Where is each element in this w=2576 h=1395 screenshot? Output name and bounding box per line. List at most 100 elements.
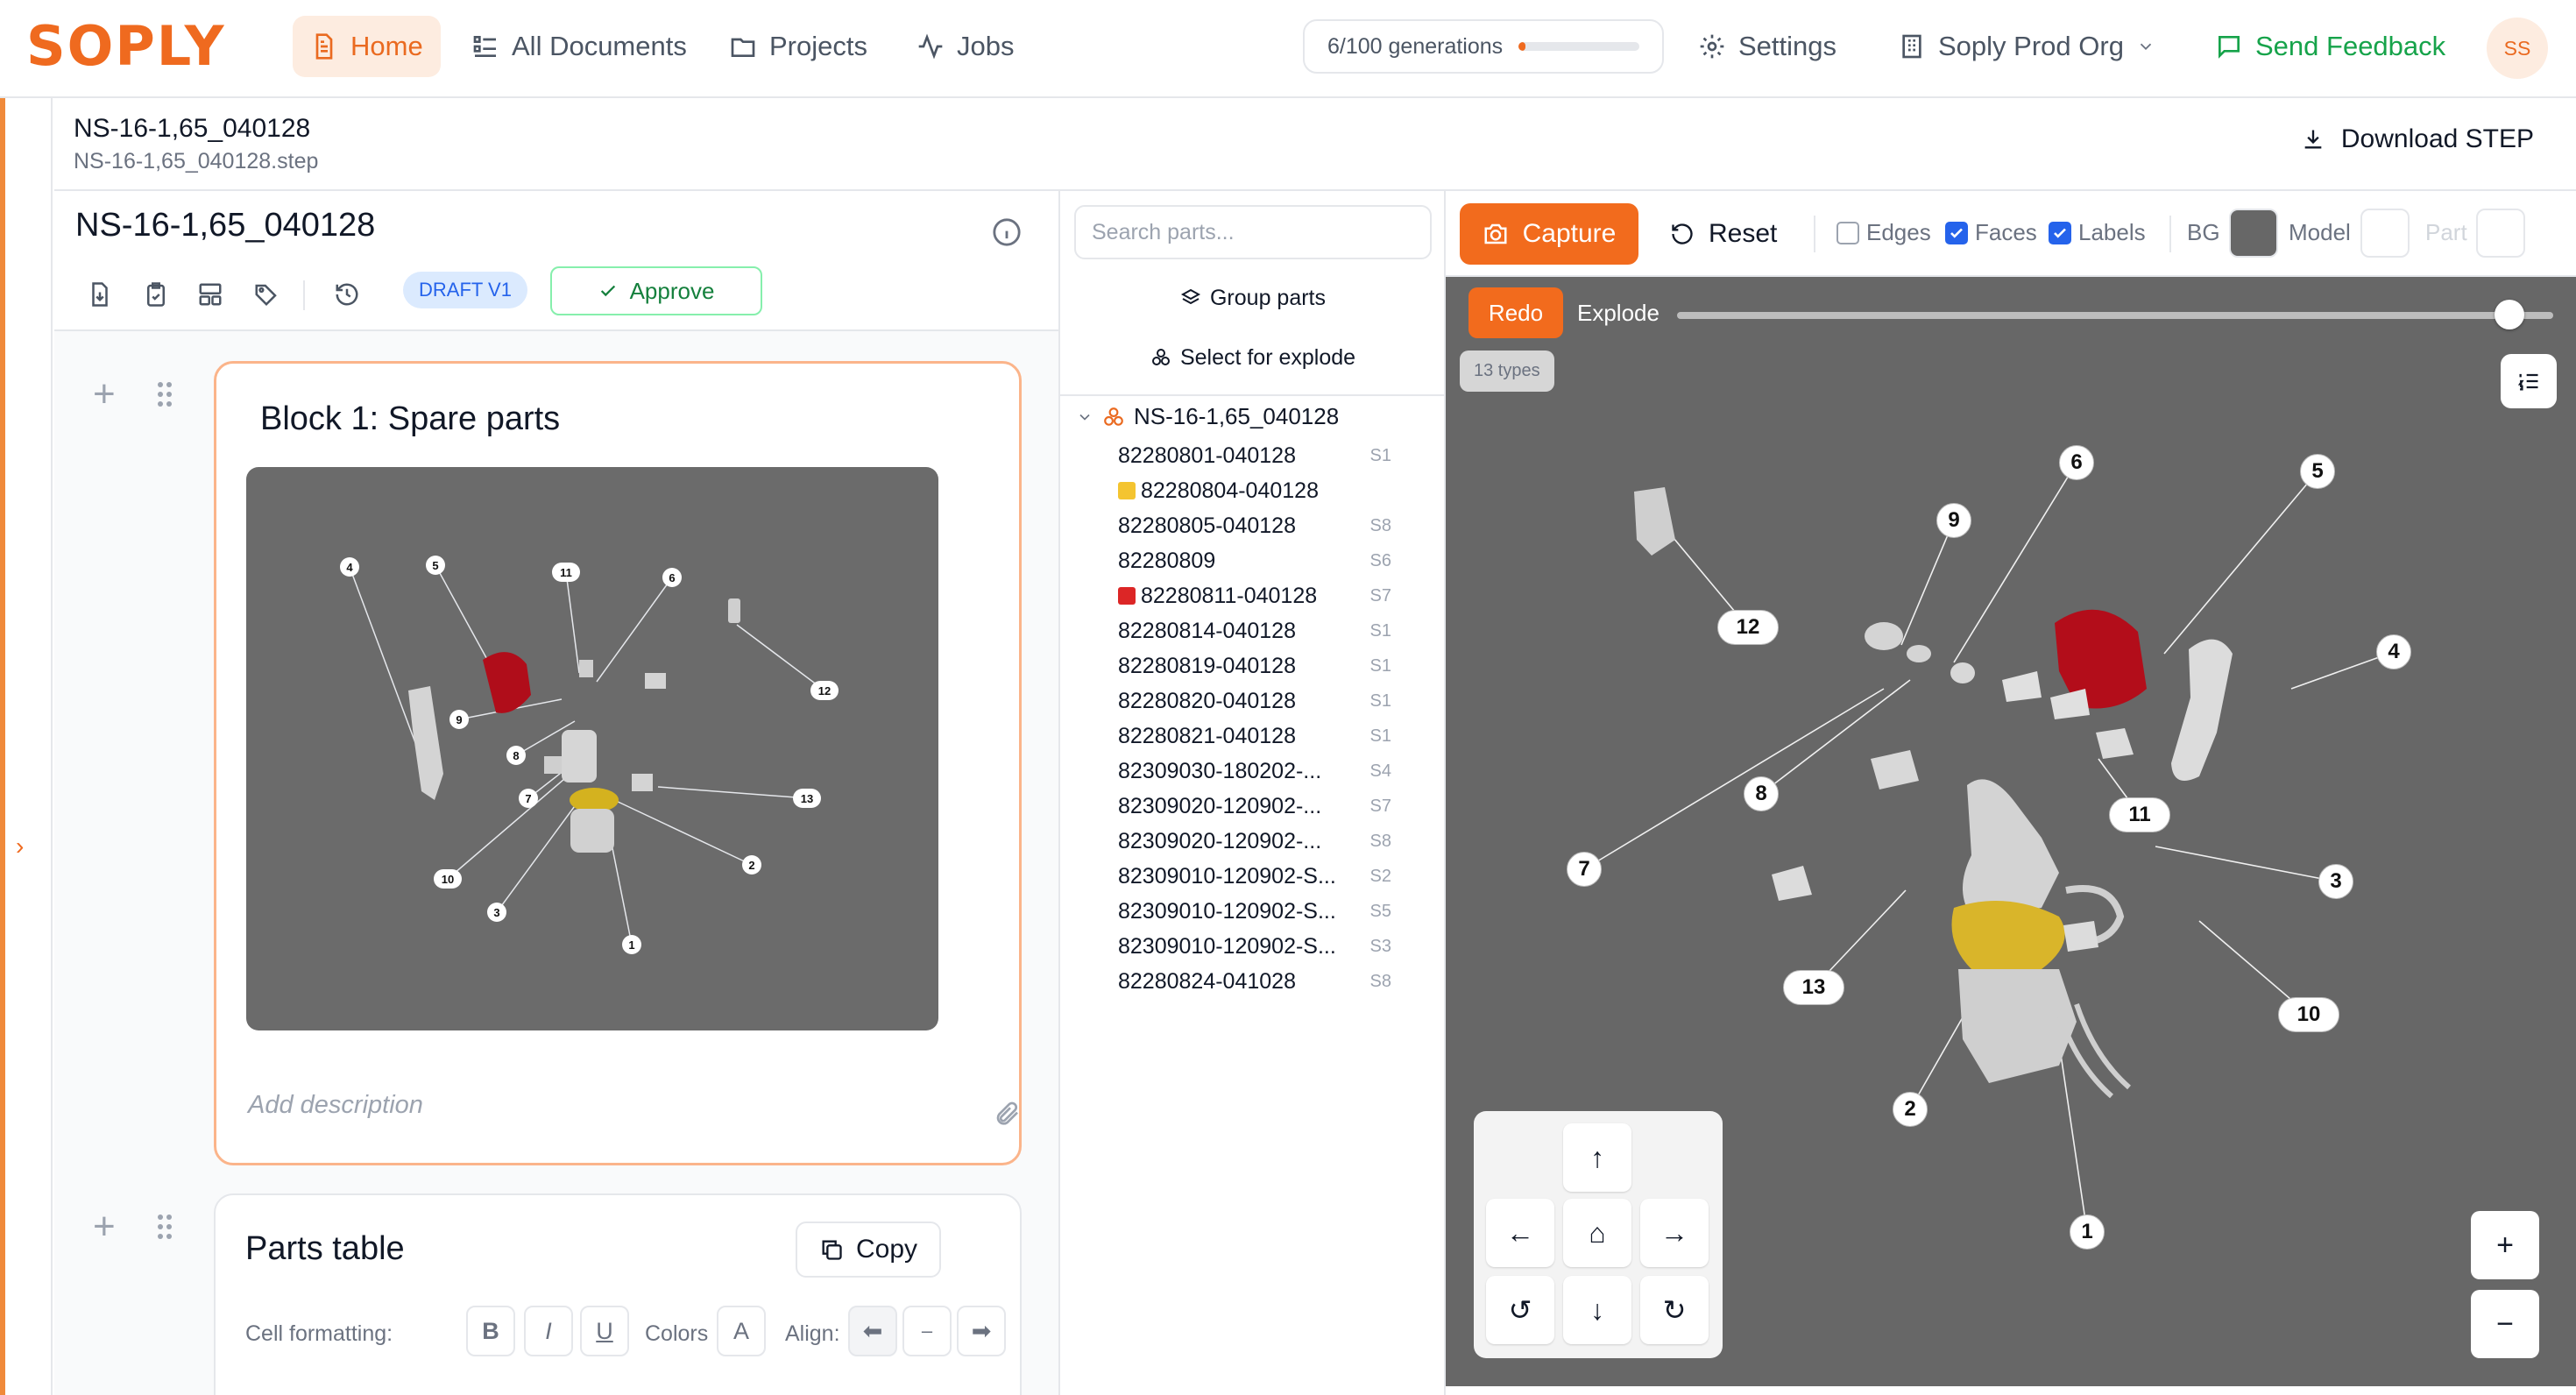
nav-projects[interactable]: Projects xyxy=(711,16,885,77)
tree-item[interactable]: 82280801-040128 S1 xyxy=(1118,438,1437,473)
explode-slider-handle[interactable] xyxy=(2495,300,2524,329)
list-icon xyxy=(473,36,496,57)
faces-checkbox[interactable]: Faces xyxy=(1945,219,2037,246)
viewer-callout-label[interactable]: 11 xyxy=(2109,797,2170,832)
bg-color-swatch[interactable] xyxy=(2229,209,2278,258)
tree-item-label: 82280820-040128 xyxy=(1118,688,1296,713)
status-badge: DRAFT V1 xyxy=(403,272,527,308)
underline-button[interactable]: U xyxy=(580,1306,629,1356)
approve-button[interactable]: Approve xyxy=(550,266,762,315)
tree-root[interactable]: NS-16-1,65_040128 xyxy=(1076,403,1339,430)
org-switcher[interactable]: Soply Prod Org xyxy=(1880,16,2173,77)
explode-slider[interactable] xyxy=(1677,300,2553,329)
tree-item[interactable]: 82280814-040128 S1 xyxy=(1118,613,1437,648)
rotate-right-button[interactable]: ↻ xyxy=(1640,1276,1709,1344)
viewer-callout-label[interactable]: 5 xyxy=(2300,454,2335,489)
pan-right-button[interactable]: → xyxy=(1640,1199,1709,1267)
pan-down-button[interactable]: ↓ xyxy=(1563,1276,1631,1344)
rotate-ccw-icon xyxy=(1672,223,1693,244)
tree-item[interactable]: 82309010-120902-S... S5 xyxy=(1118,894,1437,929)
tree-item[interactable]: 82309010-120902-S... S3 xyxy=(1118,929,1437,964)
faces-box[interactable] xyxy=(1945,221,1968,244)
info-icon[interactable] xyxy=(992,217,1022,247)
viewer-callout-label[interactable]: 7 xyxy=(1567,852,1602,887)
send-feedback-label: Send Feedback xyxy=(2255,31,2446,61)
viewer-callout-label[interactable]: 9 xyxy=(1936,503,1971,538)
clipboard-icon[interactable] xyxy=(137,275,175,314)
viewer-callout-label[interactable]: 3 xyxy=(2318,864,2353,899)
tree-item[interactable]: 82309030-180202-... S4 xyxy=(1118,754,1437,789)
nav-jobs[interactable]: Jobs xyxy=(899,16,1031,77)
tags-icon[interactable] xyxy=(247,275,286,314)
align-right-button[interactable]: ➡ xyxy=(957,1306,1006,1356)
edges-box[interactable] xyxy=(1836,221,1859,244)
zoom-out-button[interactable]: − xyxy=(2471,1290,2539,1358)
download-step-button[interactable]: Download STEP xyxy=(2301,124,2534,154)
part-list-button[interactable] xyxy=(2501,354,2557,408)
search-parts-input[interactable]: Search parts... xyxy=(1074,205,1432,259)
soply-logo[interactable]: SOPLY xyxy=(26,16,226,77)
send-feedback-button[interactable]: Send Feedback xyxy=(2197,16,2463,77)
align-center-button[interactable]: – xyxy=(902,1306,952,1356)
paperclip-icon[interactable] xyxy=(993,1100,1021,1128)
tree-item[interactable]: 82280804-040128 xyxy=(1118,473,1437,508)
viewer-callout-label[interactable]: 13 xyxy=(1783,970,1844,1005)
text-color-button[interactable]: A xyxy=(717,1306,766,1356)
viewer-callout-label[interactable]: 2 xyxy=(1893,1092,1928,1127)
block-spare-parts[interactable]: Block 1: Spare parts 4 5 11 6 12 9 8 7 1… xyxy=(214,361,1022,1165)
pan-left-button[interactable]: ← xyxy=(1486,1199,1554,1267)
rotate-left-button[interactable]: ↺ xyxy=(1486,1276,1554,1344)
part-color-swatch[interactable] xyxy=(2476,209,2525,258)
capture-button[interactable]: Capture xyxy=(1460,203,1638,265)
edges-label: Edges xyxy=(1866,219,1931,245)
tree-item[interactable]: 82309010-120902-S... S2 xyxy=(1118,859,1437,894)
pan-up-button[interactable]: ↑ xyxy=(1563,1123,1631,1192)
viewer-callout-label[interactable]: 8 xyxy=(1744,776,1779,811)
align-left-button[interactable]: ⬅ xyxy=(848,1306,897,1356)
layout-icon[interactable] xyxy=(191,275,230,314)
tree-item[interactable]: 82280820-040128 S1 xyxy=(1118,683,1437,719)
drag-handle-icon[interactable] xyxy=(156,1213,173,1241)
history-icon[interactable] xyxy=(328,275,366,314)
viewer-callout-label[interactable]: 10 xyxy=(2278,997,2339,1032)
viewer-callout-label[interactable]: 4 xyxy=(2376,634,2411,669)
reset-button[interactable]: Reset xyxy=(1670,203,1777,265)
home-view-button[interactable]: ⌂ xyxy=(1563,1199,1631,1267)
tree-item[interactable]: 82280824-041028 S8 xyxy=(1118,964,1437,999)
add-block-button-2[interactable]: + xyxy=(93,1207,116,1246)
tree-item[interactable]: 82280821-040128 S1 xyxy=(1118,719,1437,754)
block-parts-table[interactable]: Parts table Copy Cell formatting: B I U … xyxy=(214,1193,1022,1395)
callout-label: 5 xyxy=(426,556,445,575)
export-file-icon[interactable] xyxy=(81,275,119,314)
select-for-explode-button[interactable]: Select for explode xyxy=(1060,338,1446,377)
nav-settings[interactable]: Settings xyxy=(1681,16,1854,77)
group-parts-button[interactable]: Group parts xyxy=(1060,279,1446,317)
viewer-callout-label[interactable]: 12 xyxy=(1717,610,1779,645)
copy-button[interactable]: Copy xyxy=(796,1222,941,1278)
nav-all-documents[interactable]: All Documents xyxy=(454,16,704,77)
expand-sidebar-chevron-icon[interactable]: › xyxy=(16,832,24,860)
viewport-canvas[interactable]: Redo Explode 13 types 12 9 6 5 4 8 7 11 … xyxy=(1446,277,2576,1386)
redo-button[interactable]: Redo xyxy=(1468,287,1563,338)
zoom-in-button[interactable]: + xyxy=(2471,1211,2539,1279)
avatar[interactable]: SS xyxy=(2487,18,2548,79)
italic-button[interactable]: I xyxy=(524,1306,573,1356)
labels-box[interactable] xyxy=(2049,221,2071,244)
tree-item[interactable]: 82280805-040128 S8 xyxy=(1118,508,1437,543)
tree-item[interactable]: 82309020-120902-... S7 xyxy=(1118,789,1437,824)
description-field[interactable]: Add description xyxy=(248,1091,423,1120)
drag-handle-icon[interactable] xyxy=(156,380,173,408)
nav-home[interactable]: Home xyxy=(293,16,441,77)
tree-item[interactable]: 82309020-120902-... S8 xyxy=(1118,824,1437,859)
edges-checkbox[interactable]: Edges xyxy=(1836,219,1931,246)
tree-item[interactable]: 82280809 S6 xyxy=(1118,543,1437,578)
tree-item[interactable]: 82280819-040128 S1 xyxy=(1118,648,1437,683)
model-color-swatch[interactable] xyxy=(2360,209,2410,258)
add-block-button[interactable]: + xyxy=(93,375,116,414)
types-chip[interactable]: 13 types xyxy=(1460,351,1554,392)
viewer-callout-label[interactable]: 6 xyxy=(2059,445,2094,480)
bold-button[interactable]: B xyxy=(466,1306,515,1356)
tree-item[interactable]: 82280811-040128 S7 xyxy=(1118,578,1437,613)
viewer-callout-label[interactable]: 1 xyxy=(2070,1214,2105,1250)
labels-checkbox[interactable]: Labels xyxy=(2049,219,2146,246)
